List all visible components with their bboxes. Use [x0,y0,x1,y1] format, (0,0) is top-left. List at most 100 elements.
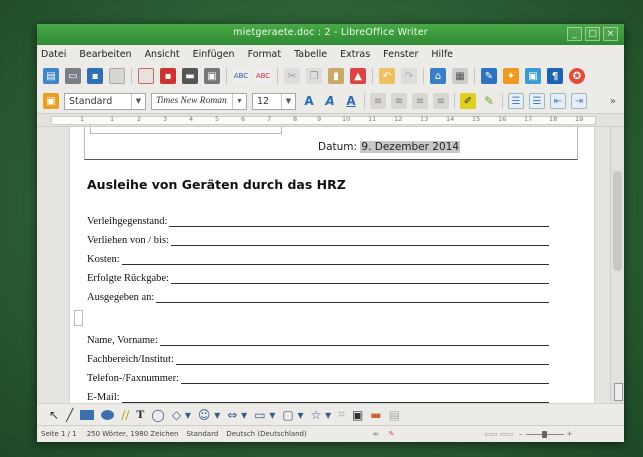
cut-icon[interactable]: ✂ [284,68,300,84]
align-center-icon[interactable]: ≡ [391,93,407,109]
word-count[interactable]: 250 Wörter, 1980 Zeichen [87,430,179,438]
menu-hilfe[interactable]: Hilfe [431,49,453,60]
print-icon[interactable]: ▬ [182,68,198,84]
toolbar-overflow-icon[interactable]: » [610,96,616,107]
field-line[interactable] [175,354,549,365]
chevron-down-icon[interactable]: ▼ [281,93,295,109]
page-nav-icon[interactable] [614,383,623,401]
print-preview-icon[interactable]: ▣ [204,68,220,84]
page-style[interactable]: Standard [186,430,218,438]
stars-icon[interactable]: ☆ ▾ [311,408,332,422]
field-line[interactable] [121,254,549,265]
align-left-icon[interactable]: ≡ [370,93,386,109]
view-layout-icon[interactable]: ▭▭ ▭▭ [484,430,513,438]
open-icon[interactable]: ▭ [65,68,81,84]
scrollbar-thumb[interactable] [613,171,622,271]
field-line[interactable] [156,292,549,303]
field-line[interactable] [121,392,549,403]
font-name-select[interactable]: Times New Roman ▼ [151,92,247,110]
points-icon[interactable]: ⌗ [338,407,345,422]
clone-formatting-icon[interactable]: ▲ [350,68,366,84]
doc-modified-icon[interactable]: ✎ [389,430,395,438]
field-line[interactable] [170,235,549,246]
menu-bearbeiten[interactable]: Bearbeiten [79,49,131,60]
menu-einfuegen[interactable]: Einfügen [193,49,235,60]
align-right-icon[interactable]: ≡ [412,93,428,109]
fontwork-icon[interactable]: ▣ [352,408,363,422]
gallery-icon[interactable]: ▣ [525,68,541,84]
zoom-slider[interactable]: – + [519,430,572,438]
field-line[interactable] [181,373,549,384]
field-line[interactable] [169,216,549,227]
chevron-down-icon[interactable]: ▼ [232,93,246,109]
vertical-scrollbar[interactable] [610,127,624,403]
spellcheck-icon[interactable]: ABC [233,68,249,84]
menu-fenster[interactable]: Fenster [383,49,418,60]
hyperlink-icon[interactable]: ⌂ [430,68,446,84]
email-icon[interactable] [109,68,125,84]
menu-format[interactable]: Format [248,49,281,60]
table-icon[interactable]: ▦ [452,68,468,84]
decrease-indent-icon[interactable]: ⇤ [550,93,566,109]
window-title: mietgeraete.doc : 2 - LibreOffice Writer [233,27,428,38]
navigator-icon[interactable]: ✦ [503,68,519,84]
insert-mode-icon[interactable]: ⇹ [373,430,379,438]
flowchart-icon[interactable]: ▭ ▾ [254,408,275,422]
callout-icon[interactable]: ◯ [151,408,164,422]
document-page[interactable]: Datum: 9. Dezember 2014 Ausleihe von Ger… [69,127,595,403]
ruler-number: 1 [80,115,85,123]
from-file-icon[interactable]: ▬ [370,408,381,422]
language[interactable]: Deutsch (Deutschland) [226,430,306,438]
draw-functions-icon[interactable]: ✎ [481,68,497,84]
field-line[interactable] [159,335,549,346]
symbol-shapes-icon[interactable]: ☺ ▾ [198,408,220,422]
maximize-button[interactable]: □ [585,27,600,41]
styles-icon[interactable]: ▣ [43,93,59,109]
bold-icon[interactable]: A [301,93,317,109]
export-pdf-icon[interactable]: ▪ [160,68,176,84]
ellipse-icon[interactable] [101,409,115,420]
rectangle-icon[interactable] [80,409,95,420]
undo-icon[interactable]: ↶ [379,68,395,84]
select-icon[interactable]: ↖ [49,408,59,422]
paragraph-style-select[interactable]: Standard ▼ [64,92,146,110]
edit-doc-icon[interactable] [138,68,154,84]
menu-extras[interactable]: Extras [340,49,370,60]
copy-icon[interactable]: ❐ [306,68,322,84]
field-line[interactable] [170,273,549,284]
increase-indent-icon[interactable]: ⇥ [571,93,587,109]
basic-shapes-icon[interactable]: ◇ ▾ [172,408,191,422]
menu-tabelle[interactable]: Tabelle [294,49,327,60]
page-count[interactable]: Seite 1 / 1 [41,430,77,438]
text-icon[interactable]: T [136,407,144,422]
bullets-icon[interactable]: ☰ [529,93,545,109]
numbering-icon[interactable]: ☰ [508,93,524,109]
redo-icon[interactable]: ↷ [401,68,417,84]
font-size-select[interactable]: 12 ▼ [252,92,296,110]
italic-icon[interactable]: A [322,93,338,109]
menu-datei[interactable]: Datei [41,49,66,60]
callouts-icon[interactable]: ▢ ▾ [282,408,303,422]
chevron-down-icon[interactable]: ▼ [131,93,145,109]
auto-spellcheck-icon[interactable]: ABC [255,68,271,84]
justify-icon[interactable]: ≡ [433,93,449,109]
title-bar[interactable]: mietgeraete.doc : 2 - LibreOffice Writer… [37,24,624,45]
line-icon[interactable]: ╱ [66,408,73,422]
help-icon[interactable]: ✪ [569,68,585,84]
close-button[interactable]: × [603,27,618,41]
underline-icon[interactable]: A [343,93,359,109]
date-field[interactable]: 9. Dezember 2014 [360,141,461,153]
save-icon[interactable]: ▪ [87,68,103,84]
font-color-icon[interactable]: ✎ [481,93,497,109]
minimize-button[interactable]: _ [567,27,582,41]
highlight-icon[interactable]: ✐ [460,93,476,109]
document-area[interactable]: Datum: 9. Dezember 2014 Ausleihe von Ger… [37,127,624,403]
paste-icon[interactable]: ▮ [328,68,344,84]
freeform-icon[interactable]: ∕∕ [121,408,129,422]
block-arrows-icon[interactable]: ⇔ ▾ [227,408,247,422]
extrusion-icon[interactable]: ▤ [389,408,400,422]
horizontal-ruler[interactable]: 1 1 2 3 4 5 6 7 8 9 10 11 12 13 14 15 16… [37,113,624,127]
formatting-marks-icon[interactable]: ¶ [547,68,563,84]
new-doc-icon[interactable]: ▤ [43,68,59,84]
menu-ansicht[interactable]: Ansicht [145,49,180,60]
